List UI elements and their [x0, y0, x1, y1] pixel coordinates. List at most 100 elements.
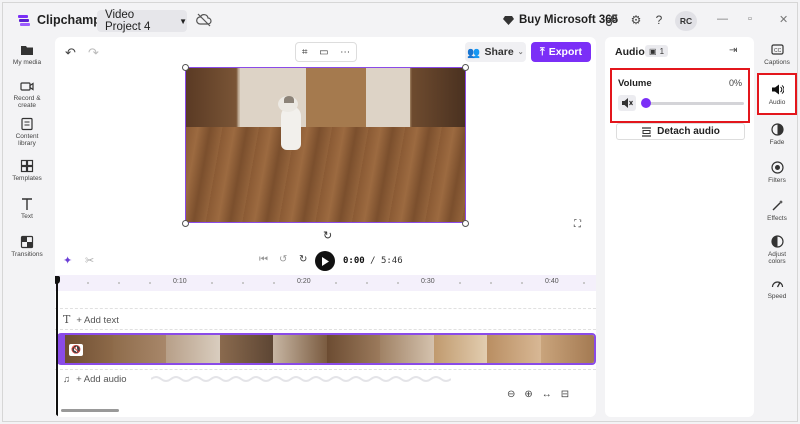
toolbar-item-filters[interactable]: Filters	[755, 161, 797, 184]
nav-label: Content library	[15, 133, 39, 147]
tick-dot	[459, 282, 461, 284]
toolbar-label: Speed	[767, 293, 787, 300]
nav-item-transitions[interactable]: Transitions	[3, 235, 51, 258]
help-icon[interactable]: ?	[651, 12, 667, 28]
share-link-icon[interactable]	[603, 12, 619, 28]
fit-icon[interactable]: ▭	[319, 47, 328, 58]
play-button[interactable]	[315, 251, 335, 271]
time-readout: 0:00 / 5:46	[343, 256, 403, 266]
tick-dot	[242, 282, 244, 284]
buy-microsoft-365-button[interactable]: Buy Microsoft 365	[503, 14, 618, 26]
tick-label: 0:10	[173, 278, 187, 285]
preview-floor	[186, 126, 465, 222]
fullscreen-icon[interactable]: ⛶	[574, 219, 581, 230]
toolbar-item-effects[interactable]: Effects	[755, 199, 797, 222]
toolbar-label: Audio	[768, 99, 786, 106]
preview-toolbar: ⌗ ▭ ⋯	[295, 42, 357, 62]
resize-handle[interactable]	[462, 64, 469, 71]
captions-icon: CC	[770, 44, 784, 55]
diamond-icon	[503, 16, 514, 25]
text-icon	[22, 198, 32, 210]
cloud-off-icon[interactable]	[196, 13, 212, 27]
volume-slider-track[interactable]	[642, 102, 744, 105]
more-options-icon[interactable]: ⋯	[340, 47, 350, 58]
clip-icon: ▣	[649, 46, 657, 56]
toolbar-item-audio[interactable]: Audio	[755, 83, 797, 106]
playback-bar: ✦ ✂ ⏮ ↺ ↻ 0:00 / 5:46	[55, 249, 596, 273]
sparkle-icon[interactable]: ✦	[63, 254, 72, 267]
undo-icon[interactable]: ↶	[65, 45, 76, 61]
minimize-icon[interactable]: —	[717, 13, 728, 25]
track-divider	[55, 329, 596, 330]
nav-item-my-media[interactable]: My media	[3, 43, 51, 66]
tick-dot	[149, 282, 151, 284]
tick-dot	[521, 282, 523, 284]
add-text-track[interactable]: T + Add text	[63, 313, 119, 326]
volume-slider-knob[interactable]	[641, 98, 651, 108]
left-nav: My media Record & create Content library…	[3, 37, 51, 417]
zoom-in-icon[interactable]: ⊕	[524, 389, 532, 400]
mute-button[interactable]	[618, 95, 636, 111]
skip-back-icon[interactable]: ⏮	[259, 254, 268, 265]
clip-trim-handle[interactable]	[59, 335, 65, 363]
tick-label: 0:30	[421, 278, 435, 285]
expand-timeline-icon[interactable]: ⊟	[561, 389, 569, 400]
clip-thumbnail	[219, 335, 273, 363]
badge-count: 1	[659, 46, 665, 56]
collapse-panel-icon[interactable]: ⇥	[729, 45, 737, 56]
forward-icon[interactable]: ↻	[299, 254, 307, 265]
nav-item-templates[interactable]: Templates	[3, 159, 51, 182]
avatar[interactable]: RC	[675, 11, 697, 31]
audio-waveform-placeholder	[151, 376, 451, 382]
redo-icon[interactable]: ↷	[88, 45, 99, 61]
toolbar-item-adjust-colors[interactable]: Adjust colors	[755, 235, 797, 265]
timeline-ruler[interactable]: 0:10 0:20 0:30 0:40	[55, 275, 596, 291]
share-button[interactable]: 👥 Share ⌄	[465, 42, 526, 62]
add-audio-track[interactable]: ♫ + Add audio	[63, 374, 127, 385]
clip-thumbnail	[59, 335, 113, 363]
maximize-icon[interactable]: ▫	[748, 13, 752, 25]
speed-icon	[771, 281, 783, 288]
crop-icon[interactable]: ⌗	[302, 47, 308, 58]
fade-icon	[770, 123, 784, 136]
toolbar-label: Fade	[769, 139, 785, 146]
svg-text:CC: CC	[774, 48, 782, 54]
playhead[interactable]	[56, 277, 58, 417]
people-icon: 👥	[467, 46, 481, 59]
timeline-scrollbar[interactable]	[61, 409, 119, 412]
video-preview[interactable]	[185, 67, 466, 223]
project-name-dropdown[interactable]: Video Project 4 ▼	[97, 9, 187, 33]
fit-timeline-icon[interactable]: ↔	[542, 389, 552, 400]
project-name: Video Project 4	[105, 9, 151, 33]
clip-thumbnail	[166, 335, 220, 363]
toolbar-item-fade[interactable]: Fade	[755, 123, 797, 146]
camera-icon	[20, 82, 34, 91]
tick-dot	[583, 282, 585, 284]
speaker-muted-icon	[621, 98, 633, 108]
effects-icon	[772, 200, 783, 211]
rotate-icon[interactable]: ↻	[323, 229, 332, 242]
rewind-icon[interactable]: ↺	[279, 254, 287, 265]
preview-cat-body	[281, 106, 301, 150]
nav-item-content-library[interactable]: Content library	[3, 117, 51, 147]
speaker-icon	[771, 84, 784, 95]
resize-handle[interactable]	[462, 220, 469, 227]
video-clip[interactable]: 🔇	[57, 333, 596, 365]
close-icon[interactable]: ✕	[779, 13, 788, 26]
resize-handle[interactable]	[182, 220, 189, 227]
tick-dot	[211, 282, 213, 284]
resize-handle[interactable]	[182, 64, 189, 71]
export-button[interactable]: ⤒ Export	[531, 42, 591, 62]
toolbar-item-captions[interactable]: CC Captions	[755, 43, 797, 66]
nav-item-record-create[interactable]: Record & create	[3, 79, 51, 109]
toolbar-item-speed[interactable]: Speed	[755, 277, 797, 300]
detach-audio-button[interactable]: Detach audio	[616, 123, 745, 140]
nav-item-text[interactable]: Text	[3, 197, 51, 220]
zoom-out-icon[interactable]: ⊖	[507, 389, 515, 400]
music-note-icon: ♫	[63, 374, 71, 385]
app-window: Clipchamp Video Project 4 ▼ Buy Microsof…	[2, 2, 798, 422]
editor-toolbar: ↶ ↷ ⌗ ▭ ⋯ 👥 Share ⌄ ⤒ Export	[55, 37, 596, 67]
clipchamp-logo-icon	[18, 15, 30, 26]
scissors-icon[interactable]: ✂	[85, 254, 94, 267]
gear-icon[interactable]: ⚙	[628, 12, 644, 28]
